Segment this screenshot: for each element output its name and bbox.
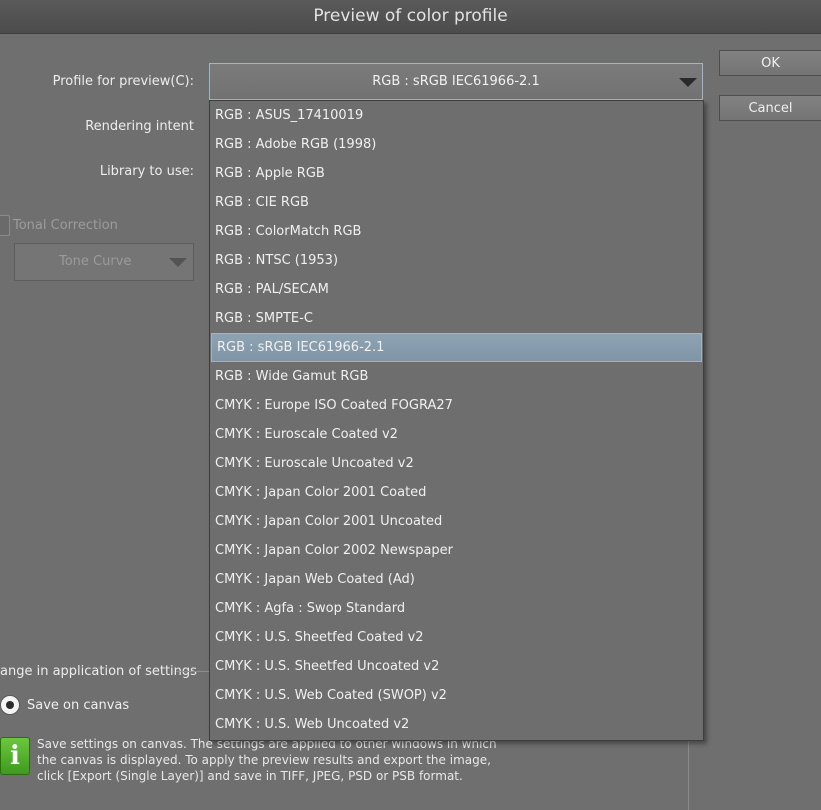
profile-option[interactable]: CMYK : Japan Color 2001 Uncoated [210,507,703,536]
profile-option[interactable]: RGB : Wide Gamut RGB [210,362,703,391]
profile-option-selected[interactable]: RGB : sRGB IEC61966-2.1 [211,333,702,362]
profile-option[interactable]: CMYK : Europe ISO Coated FOGRA27 [210,391,703,420]
info-line: the canvas is displayed. To apply the pr… [37,753,491,767]
profile-option[interactable]: RGB : Adobe RGB (1998) [210,130,703,159]
library-label: Library to use: [99,164,194,179]
cancel-button[interactable]: Cancel [719,95,821,121]
profile-option[interactable]: CMYK : Japan Color 2001 Coated [210,478,703,507]
profile-option[interactable]: CMYK : Euroscale Uncoated v2 [210,449,703,478]
window-title: Preview of color profile [0,0,821,34]
tonal-correction-label: Tonal Correction [13,218,118,233]
profile-option[interactable]: CMYK : U.S. Sheetfed Uncoated v2 [210,652,703,681]
profile-option[interactable]: CMYK : Euroscale Coated v2 [210,420,703,449]
profile-option[interactable]: RGB : ASUS_17410019 [210,101,703,130]
info-line: click [Export (Single Layer)] and save i… [37,769,463,783]
profile-option[interactable]: RGB : Apple RGB [210,159,703,188]
settings-group-title: ange in application of settings [0,664,197,679]
profile-option[interactable]: CMYK : Agfa : Swop Standard [210,594,703,623]
info-text: Save settings on canvas. The settings ar… [37,736,497,784]
tone-curve-value: Tone Curve [59,254,132,269]
profile-option[interactable]: CMYK : Japan Color 2002 Newspaper [210,536,703,565]
save-on-canvas-radio[interactable] [0,695,20,715]
profile-option[interactable]: CMYK : U.S. Sheetfed Coated v2 [210,623,703,652]
profile-select[interactable]: RGB : sRGB IEC61966-2.1 [209,63,703,100]
profile-option[interactable]: RGB : SMPTE-C [210,304,703,333]
chevron-down-icon [679,78,697,87]
profile-option[interactable]: CMYK : U.S. Web Coated (SWOP) v2 [210,681,703,710]
profile-option[interactable]: RGB : NTSC (1953) [210,246,703,275]
profile-option[interactable]: CMYK : U.S. Web Uncoated v2 [210,710,703,739]
group-divider [176,671,210,672]
save-on-canvas-label: Save on canvas [27,698,130,713]
rendering-intent-label: Rendering intent [85,119,194,134]
chevron-down-icon [169,258,187,267]
tonal-correction-checkbox[interactable] [0,215,10,236]
tone-curve-select[interactable]: Tone Curve [14,243,194,281]
profile-option[interactable]: RGB : CIE RGB [210,188,703,217]
radio-dot [6,701,14,709]
profile-label: Profile for preview(C): [52,74,194,89]
profile-option[interactable]: CMYK : Japan Web Coated (Ad) [210,565,703,594]
profile-dropdown-list[interactable]: RGB : ASUS_17410019 RGB : Adobe RGB (199… [209,100,704,741]
ok-button[interactable]: OK [719,50,821,76]
info-icon: i [0,737,30,775]
profile-select-value: RGB : sRGB IEC61966-2.1 [372,74,540,89]
profile-option[interactable]: RGB : ColorMatch RGB [210,217,703,246]
profile-option[interactable]: RGB : PAL/SECAM [210,275,703,304]
